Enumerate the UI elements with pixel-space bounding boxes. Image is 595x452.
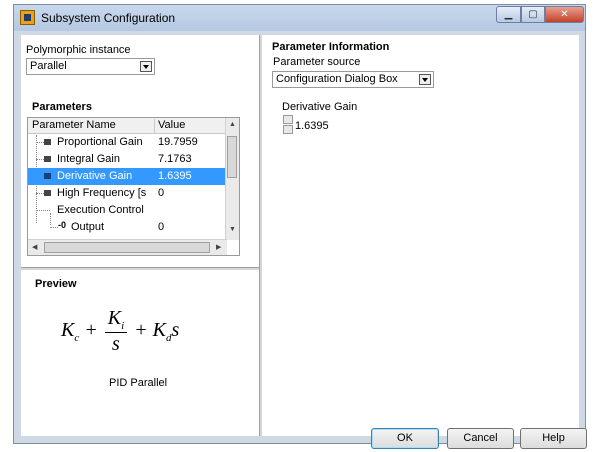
derivative-gain-input[interactable]: 1.6395 bbox=[295, 120, 329, 132]
derivative-gain-label: Derivative Gain bbox=[282, 101, 358, 113]
ok-button[interactable]: OK bbox=[371, 428, 439, 449]
numeric-control-icon bbox=[44, 173, 51, 179]
formula-s: s bbox=[112, 333, 120, 355]
increment-icon[interactable] bbox=[283, 115, 293, 124]
preview-caption: PID Parallel bbox=[109, 377, 168, 389]
formula-k: K bbox=[152, 319, 166, 342]
tree-connector bbox=[36, 210, 50, 211]
vertical-scroll-thumb[interactable] bbox=[227, 136, 237, 178]
labview-app-icon bbox=[20, 10, 35, 25]
numeric-control-icon bbox=[44, 190, 51, 196]
tree-connector bbox=[50, 227, 58, 228]
tree-row-output[interactable]: -0 Output 0 bbox=[28, 219, 227, 236]
preview-heading: Preview bbox=[35, 278, 77, 290]
window-title: Subsystem Configuration bbox=[41, 11, 176, 25]
parameters-heading: Parameters bbox=[32, 101, 92, 113]
parameter-source-select[interactable]: Configuration Dialog Box bbox=[272, 71, 434, 88]
parameters-tree[interactable]: Parameter Name Value Proportional Gain 1… bbox=[27, 117, 240, 256]
subsystem-configuration-window: Subsystem Configuration ▁ ▢ ✕ Polymorphi… bbox=[13, 4, 587, 449]
dropdown-arrow-icon[interactable] bbox=[140, 61, 152, 72]
maximize-button[interactable]: ▢ bbox=[521, 6, 545, 23]
pid-formula: Kc + Ki s + Kds bbox=[61, 307, 179, 356]
parameter-name: Integral Gain bbox=[57, 153, 120, 165]
help-button[interactable]: Help bbox=[520, 428, 587, 449]
parameter-value: 1.6395 bbox=[158, 170, 192, 182]
formula-sub-i: i bbox=[121, 320, 125, 332]
parameter-value: 7.1763 bbox=[158, 153, 192, 165]
title-bar[interactable]: Subsystem Configuration ▁ ▢ ✕ bbox=[14, 5, 585, 31]
parameter-name: Output bbox=[71, 221, 105, 233]
scroll-left-icon[interactable]: ◀ bbox=[32, 243, 37, 251]
cancel-button[interactable]: Cancel bbox=[447, 428, 514, 449]
tree-horizontal-scrollbar[interactable]: ◀ ▶ bbox=[28, 239, 227, 255]
vertical-splitter[interactable] bbox=[259, 35, 262, 436]
polymorphic-instance-value: Parallel bbox=[30, 60, 67, 72]
tree-row-execution-control[interactable]: Execution Control bbox=[28, 202, 227, 219]
horizontal-scroll-thumb[interactable] bbox=[44, 242, 210, 253]
tree-row-derivative-gain[interactable]: Derivative Gain 1.6395 bbox=[28, 168, 227, 185]
parameter-name: Execution Control bbox=[57, 204, 144, 216]
numeric-control-icon bbox=[44, 156, 51, 162]
dropdown-arrow-icon[interactable] bbox=[419, 74, 431, 85]
parameter-name: Derivative Gain bbox=[57, 170, 133, 182]
formula-sub-c: c bbox=[74, 332, 80, 345]
formula-fraction: Ki s bbox=[104, 307, 128, 356]
scroll-right-icon[interactable]: ▶ bbox=[216, 243, 221, 251]
formula-s: s bbox=[171, 319, 180, 342]
numeric-control-icon bbox=[44, 139, 51, 145]
polymorphic-instance-select[interactable]: Parallel bbox=[26, 58, 155, 75]
parameters-tree-header: Parameter Name Value bbox=[28, 118, 227, 134]
scroll-up-icon[interactable]: ▲ bbox=[229, 121, 236, 128]
close-button[interactable]: ✕ bbox=[545, 6, 584, 23]
tree-connector bbox=[36, 193, 44, 194]
tree-row-proportional-gain[interactable]: Proportional Gain 19.7959 bbox=[28, 134, 227, 151]
decrement-icon[interactable] bbox=[283, 125, 293, 134]
tree-row-high-frequency[interactable]: High Frequency [s 0 bbox=[28, 185, 227, 202]
tree-row-integral-gain[interactable]: Integral Gain 7.1763 bbox=[28, 151, 227, 168]
tree-connector bbox=[36, 159, 44, 160]
formula-plus: + bbox=[134, 319, 148, 342]
formula-plus: + bbox=[84, 319, 98, 342]
parameter-information-heading: Parameter Information bbox=[272, 41, 390, 53]
parameter-source-value: Configuration Dialog Box bbox=[276, 73, 398, 85]
formula-k: K bbox=[61, 319, 75, 342]
parameter-name: Proportional Gain bbox=[57, 136, 143, 148]
parameter-value: 0 bbox=[158, 221, 165, 233]
minimize-button[interactable]: ▁ bbox=[496, 6, 521, 23]
parameter-name: High Frequency [s bbox=[57, 187, 147, 199]
parameter-value: 19.7959 bbox=[158, 136, 198, 148]
column-header-value[interactable]: Value bbox=[154, 119, 185, 133]
dialog-client-area: Polymorphic instance Parallel Parameters… bbox=[21, 35, 587, 449]
polymorphic-instance-label: Polymorphic instance bbox=[26, 44, 131, 56]
formula-k: K bbox=[107, 307, 122, 329]
parameter-value: 0 bbox=[158, 187, 165, 199]
scroll-down-icon[interactable]: ▼ bbox=[229, 226, 236, 233]
parameter-source-label: Parameter source bbox=[273, 56, 361, 68]
tree-vertical-scrollbar[interactable]: ▲ ▼ bbox=[225, 118, 239, 240]
column-header-name[interactable]: Parameter Name bbox=[32, 119, 116, 131]
terminal-icon: -0 bbox=[58, 220, 67, 230]
panel-splitter[interactable] bbox=[21, 267, 259, 270]
tree-connector bbox=[36, 142, 44, 143]
derivative-gain-spinner[interactable] bbox=[283, 115, 293, 135]
